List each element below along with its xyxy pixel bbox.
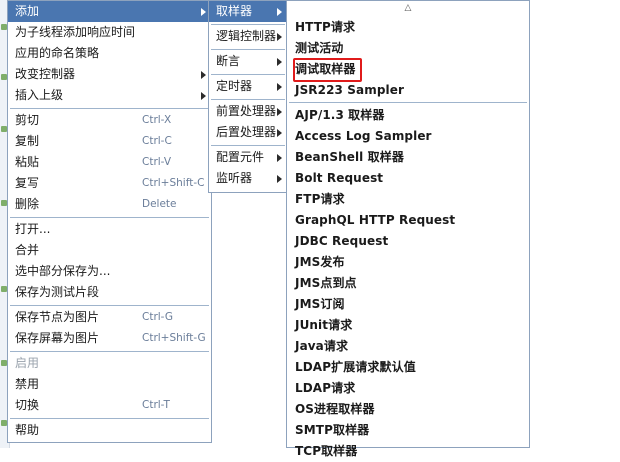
- sampler-item-bolt[interactable]: Bolt Request: [287, 168, 529, 189]
- submenu-item-post-processor[interactable]: 后置处理器: [209, 122, 287, 143]
- menu-separator: [211, 74, 285, 75]
- sampler-item-os-process[interactable]: OS进程取样器: [287, 399, 529, 420]
- sampler-item-tcp[interactable]: TCP取样器: [287, 441, 529, 462]
- menu-item-save-selection-as[interactable]: 选中部分保存为...: [8, 261, 211, 282]
- sampler-item-junit[interactable]: JUnit请求: [287, 315, 529, 336]
- highlight-box: [293, 58, 362, 82]
- menu-separator: [10, 418, 209, 419]
- sampler-item-beanshell[interactable]: BeanShell 取样器: [287, 147, 529, 168]
- submenu-arrow-icon: [277, 154, 282, 162]
- sampler-item-ldap[interactable]: LDAP请求: [287, 378, 529, 399]
- menu-item-add[interactable]: 添加: [8, 1, 211, 22]
- sampler-item-jdbc[interactable]: JDBC Request: [287, 231, 529, 252]
- sampler-item-jms-point-to-point[interactable]: JMS点到点: [287, 273, 529, 294]
- menu-item-save-screen-as-image[interactable]: 保存屏幕为图片 Ctrl+Shift-G: [8, 328, 211, 349]
- submenu-arrow-icon: [201, 8, 206, 16]
- menu-item-save-node-as-image[interactable]: 保存节点为图片 Ctrl-G: [8, 307, 211, 328]
- scroll-up-arrow-icon[interactable]: △: [287, 1, 529, 15]
- submenu-arrow-icon: [277, 175, 282, 183]
- add-submenu: 取样器 逻辑控制器 断言 定时器 前置处理器 后置处理器 配置元件 监听器: [208, 0, 288, 193]
- menu-separator: [211, 24, 285, 25]
- submenu-arrow-icon: [277, 58, 282, 66]
- sampler-submenu: △ HTTP请求 测试活动 调试取样器 JSR223 Sampler AJP/1…: [286, 0, 530, 458]
- submenu-arrow-icon: [277, 129, 282, 137]
- menu-item-help[interactable]: 帮助: [8, 420, 211, 441]
- sampler-item-java[interactable]: Java请求: [287, 336, 529, 357]
- menu-item-disable[interactable]: 禁用: [8, 374, 211, 395]
- submenu-item-sampler[interactable]: 取样器: [209, 1, 287, 22]
- menu-item-enable: 启用: [15, 356, 40, 370]
- submenu-arrow-icon: [201, 71, 206, 79]
- background-panel: [530, 0, 620, 448]
- menu-item-add-think-times[interactable]: 为子线程添加响应时间: [8, 22, 211, 43]
- menu-item-cut[interactable]: 剪切 Ctrl-X: [8, 110, 211, 131]
- submenu-arrow-icon: [201, 92, 206, 100]
- sampler-item-jsr223[interactable]: JSR223 Sampler: [287, 80, 529, 101]
- sampler-item-test-action[interactable]: 测试活动: [287, 38, 529, 59]
- menu-item-insert-parent[interactable]: 插入上级: [8, 85, 211, 106]
- sampler-item-smtp[interactable]: SMTP取样器: [287, 420, 529, 441]
- menu-item-paste[interactable]: 粘贴 Ctrl-V: [8, 152, 211, 173]
- submenu-arrow-icon: [277, 8, 282, 16]
- submenu-item-assertion[interactable]: 断言: [209, 51, 287, 72]
- menu-item-save-as-test-fragment[interactable]: 保存为测试片段: [8, 282, 211, 303]
- submenu-arrow-icon: [277, 33, 282, 41]
- submenu-item-logic-controller[interactable]: 逻辑控制器: [209, 26, 287, 47]
- sampler-item-ldap-extended[interactable]: LDAP扩展请求默认值: [287, 357, 529, 378]
- menu-separator: [211, 145, 285, 146]
- sampler-item-access-log[interactable]: Access Log Sampler: [287, 126, 529, 147]
- menu-item-copy[interactable]: 复制 Ctrl-C: [8, 131, 211, 152]
- menu-separator: [211, 99, 285, 100]
- menu-separator: [10, 108, 209, 109]
- menu-item-change-controller[interactable]: 改变控制器: [8, 64, 211, 85]
- menu-separator: [10, 351, 209, 352]
- sampler-item-http-request[interactable]: HTTP请求: [287, 17, 529, 38]
- menu-separator: [211, 49, 285, 50]
- submenu-arrow-icon: [277, 108, 282, 116]
- sampler-item-graphql[interactable]: GraphQL HTTP Request: [287, 210, 529, 231]
- menu-separator: [10, 217, 209, 218]
- submenu-item-listener[interactable]: 监听器: [209, 168, 287, 189]
- sampler-item-ftp[interactable]: FTP请求: [287, 189, 529, 210]
- submenu-arrow-icon: [277, 83, 282, 91]
- menu-separator: [289, 102, 527, 103]
- context-menu: 添加 为子线程添加响应时间 应用的命名策略 改变控制器 插入上级 剪切 Ctrl…: [7, 0, 212, 443]
- sampler-item-jms-publisher[interactable]: JMS发布: [287, 252, 529, 273]
- menu-item-open[interactable]: 打开...: [8, 219, 211, 240]
- sampler-item-ajp[interactable]: AJP/1.3 取样器: [287, 105, 529, 126]
- submenu-item-config-element[interactable]: 配置元件: [209, 147, 287, 168]
- menu-item-merge[interactable]: 合并: [8, 240, 211, 261]
- menu-item-apply-naming-policy[interactable]: 应用的命名策略: [8, 43, 211, 64]
- submenu-item-pre-processor[interactable]: 前置处理器: [209, 101, 287, 122]
- menu-separator: [10, 305, 209, 306]
- menu-item-delete[interactable]: 删除 Delete: [8, 194, 211, 215]
- menu-item-duplicate[interactable]: 复写 Ctrl+Shift-C: [8, 173, 211, 194]
- sampler-item-jms-subscriber[interactable]: JMS订阅: [287, 294, 529, 315]
- menu-item-toggle[interactable]: 切换 Ctrl-T: [8, 395, 211, 416]
- submenu-item-timer[interactable]: 定时器: [209, 76, 287, 97]
